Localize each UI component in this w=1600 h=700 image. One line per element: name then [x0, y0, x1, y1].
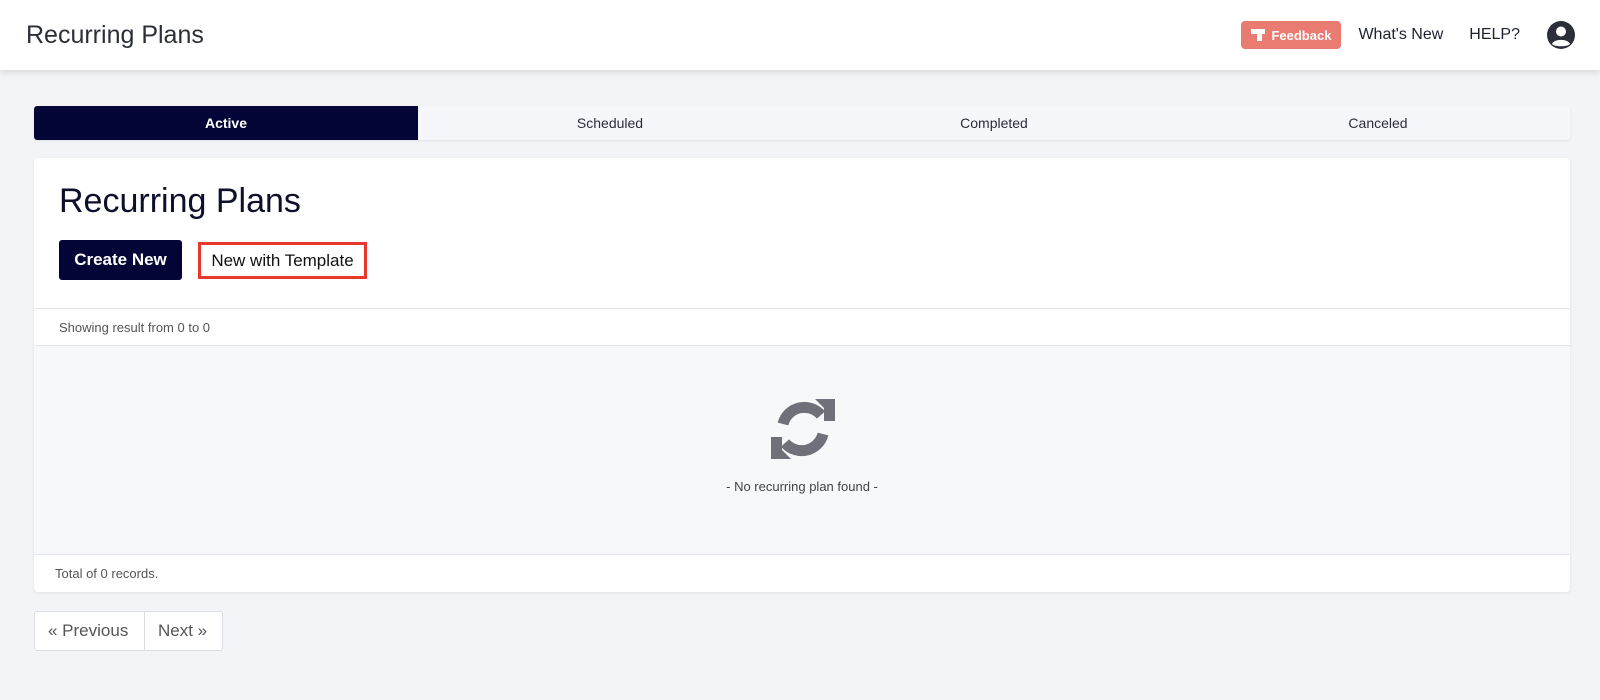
page-title: Recurring Plans — [59, 182, 301, 220]
top-right-nav: Feedback What's New HELP? — [1241, 20, 1576, 50]
tab-canceled[interactable]: Canceled — [1186, 106, 1570, 140]
showing-result-text: Showing result from 0 to 0 — [59, 319, 211, 335]
empty-message: - No recurring plan found - — [726, 479, 878, 494]
previous-button[interactable]: « Previous — [34, 611, 145, 651]
whats-new-link[interactable]: What's New — [1358, 26, 1443, 44]
total-records-text: Total of 0 records. — [55, 566, 159, 581]
status-tabs: Active Scheduled Completed Canceled — [34, 106, 1570, 140]
app-title: Recurring Plans — [26, 20, 204, 49]
tab-completed[interactable]: Completed — [802, 106, 1186, 140]
user-circle-icon[interactable] — [1546, 20, 1576, 50]
flag-icon — [1251, 29, 1266, 41]
create-new-button[interactable]: Create New — [59, 240, 182, 280]
next-button[interactable]: Next » — [145, 611, 223, 651]
total-records: Total of 0 records. — [34, 554, 1570, 592]
empty-state: - No recurring plan found - — [34, 346, 1570, 554]
tab-active[interactable]: Active — [34, 106, 418, 140]
sync-icon — [771, 399, 835, 459]
pagination: « Previous Next » — [34, 611, 223, 651]
new-with-template-button[interactable]: New with Template — [198, 242, 367, 279]
top-bar: Recurring Plans Feedback What's New HELP… — [0, 0, 1600, 70]
recurring-plans-card: Recurring Plans Create New New with Temp… — [34, 158, 1570, 592]
feedback-button[interactable]: Feedback — [1241, 21, 1342, 49]
feedback-label: Feedback — [1271, 27, 1332, 43]
tab-scheduled[interactable]: Scheduled — [418, 106, 802, 140]
help-link[interactable]: HELP? — [1469, 26, 1520, 44]
result-summary: Showing result from 0 to 0 — [34, 308, 1570, 346]
